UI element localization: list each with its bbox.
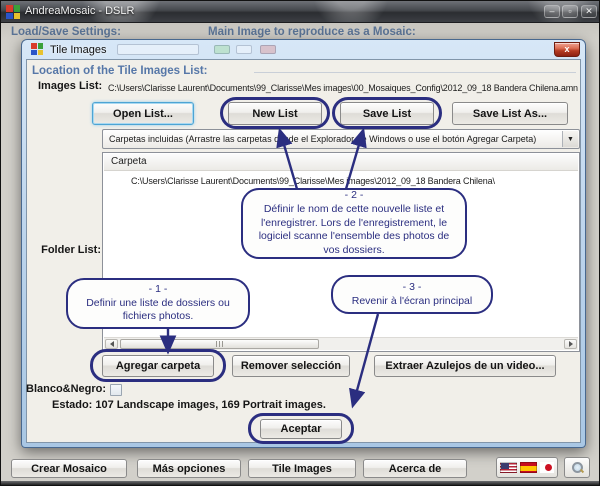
- blanco-negro-checkbox[interactable]: [110, 384, 122, 396]
- folder-view-dropdown[interactable]: Carpetas incluidas (Arrastre las carpeta…: [102, 129, 580, 149]
- list-header-carpeta[interactable]: Carpeta: [104, 154, 578, 171]
- scrollbar-thumb[interactable]: [120, 339, 319, 349]
- acerca-de-button[interactable]: Acerca de: [363, 459, 467, 478]
- bubble-3-number: - 3 -: [341, 281, 483, 295]
- tutorial-bubble-3: - 3 - Revenir à l'écran principal: [331, 275, 493, 314]
- tile-images-dialog-icon: [31, 43, 43, 55]
- scroll-left-icon[interactable]: [105, 339, 118, 349]
- remover-seleccion-button[interactable]: Remover selección: [232, 355, 350, 377]
- save-list-button[interactable]: Save List: [340, 102, 434, 125]
- close-button[interactable]: ✕: [581, 5, 597, 18]
- dialog-title: Tile Images: [50, 44, 106, 56]
- horizontal-scrollbar[interactable]: [104, 337, 578, 350]
- bubble-1-text: Definir une liste de dossiers ou fichier…: [76, 297, 240, 324]
- estado-text: Estado: 107 Landscape images, 169 Portra…: [52, 399, 326, 411]
- titlebar-ghost-control: [236, 45, 252, 54]
- extraer-azulejos-button[interactable]: Extraer Azulejos de un video...: [374, 355, 556, 377]
- tutorial-bubble-2: - 2 - Définir le nom de cette nouvelle l…: [241, 188, 467, 259]
- mas-opciones-button[interactable]: Más opciones: [137, 459, 241, 478]
- window-title: AndreaMosaic - DSLR: [25, 5, 134, 17]
- bubble-2-text: Définir le nom de cette nouvelle liste e…: [251, 203, 457, 258]
- us-flag-icon: [500, 462, 517, 473]
- tile-images-button[interactable]: Tile Images: [248, 459, 356, 478]
- images-list-path: C:\Users\Clarisse Laurent\Documents\99_C…: [108, 83, 578, 93]
- window-titlebar: AndreaMosaic - DSLR – ▫ ✕: [1, 1, 600, 23]
- dialog-close-button[interactable]: x: [554, 42, 580, 57]
- magnifier-icon: [572, 462, 583, 473]
- save-list-as-button[interactable]: Save List As...: [452, 102, 568, 125]
- bubble-1-number: - 1 -: [76, 283, 240, 297]
- minimize-button[interactable]: –: [544, 5, 560, 18]
- scroll-right-icon[interactable]: [564, 339, 577, 349]
- titlebar-ghost-control: [117, 44, 199, 55]
- aceptar-button[interactable]: Aceptar: [260, 419, 342, 439]
- bubble-3-text: Revenir à l'écran principal: [341, 295, 483, 309]
- list-row[interactable]: C:\Users\Clarisse Laurent\Documents\99_C…: [131, 176, 495, 186]
- images-list-label: Images List:: [38, 80, 102, 92]
- new-list-button[interactable]: New List: [228, 102, 322, 125]
- section-header: Location of the Tile Images List:: [32, 65, 208, 77]
- japan-flag-icon: [540, 462, 554, 473]
- chevron-down-icon[interactable]: ▼: [562, 131, 578, 147]
- maximize-button[interactable]: ▫: [562, 5, 578, 18]
- blanco-negro-label: Blanco&Negro:: [26, 383, 106, 395]
- tutorial-bubble-1: - 1 - Definir une liste de dossiers ou f…: [66, 278, 250, 329]
- section-header-rule: [254, 72, 576, 73]
- spain-flag-icon: [520, 462, 537, 473]
- main-image-label: Main Image to reproduce as a Mosaic:: [208, 26, 416, 38]
- open-list-button[interactable]: Open List...: [92, 102, 194, 125]
- load-save-settings-label: Load/Save Settings:: [11, 26, 121, 38]
- language-flags-button[interactable]: [496, 457, 558, 478]
- window-bottom-edge: [1, 481, 600, 485]
- agregar-carpeta-button[interactable]: Agregar carpeta: [102, 355, 214, 377]
- andreamosaic-logo-icon: [6, 5, 20, 19]
- bubble-2-number: - 2 -: [251, 189, 457, 203]
- titlebar-ghost-control: [214, 45, 230, 54]
- folder-view-dropdown-text: Carpetas incluidas (Arrastre las carpeta…: [109, 134, 536, 144]
- titlebar-ghost-control: [260, 45, 276, 54]
- folder-list-label: Folder List:: [37, 244, 101, 256]
- crear-mosaico-button[interactable]: Crear Mosaico: [11, 459, 127, 478]
- main-window: AndreaMosaic - DSLR – ▫ ✕ Load/Save Sett…: [0, 0, 600, 486]
- search-button[interactable]: [564, 457, 590, 478]
